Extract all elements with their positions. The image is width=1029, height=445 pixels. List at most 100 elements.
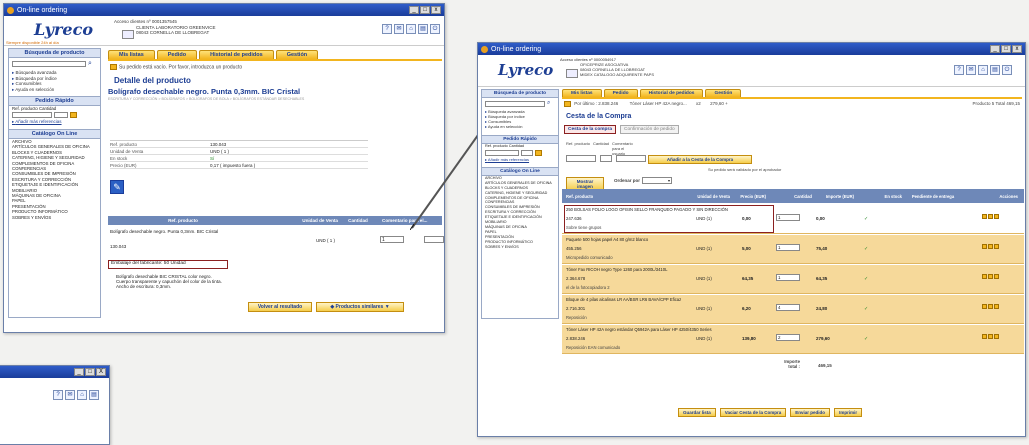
similar-products-button[interactable]: ◆ Productos similares ▼ xyxy=(316,302,404,312)
info-icon[interactable] xyxy=(982,244,987,249)
cart-icon[interactable] xyxy=(535,150,542,157)
search-icon[interactable]: ⌕ xyxy=(547,100,550,107)
logo[interactable]: Lyreco xyxy=(498,61,553,79)
back-to-results-button[interactable]: Volver al resultado xyxy=(248,302,312,312)
delete-icon[interactable] xyxy=(988,304,993,309)
add-to-cart-icon[interactable]: ✎ xyxy=(110,180,124,194)
item-qty-input[interactable]: 4 xyxy=(776,304,800,311)
empty-basket-button[interactable]: Vaciar Cesta de la Compra xyxy=(719,408,787,417)
help-icon[interactable]: ? xyxy=(954,65,964,75)
logo[interactable]: Lyreco xyxy=(34,20,93,39)
edit-icon[interactable] xyxy=(994,244,999,249)
help-icon[interactable]: ? xyxy=(382,24,392,34)
quick-ref-input[interactable] xyxy=(485,150,519,157)
step-confirm[interactable]: Confirmación de pedido xyxy=(620,125,679,134)
quick-comment-input[interactable] xyxy=(616,155,646,162)
home-icon[interactable]: ⌂ xyxy=(978,65,988,75)
stock-icon: ✓ xyxy=(864,306,869,312)
basket-row: Bloque de 4 pilas alcalinas LR AA/BSR LR… xyxy=(562,295,1024,324)
highlight-first-item xyxy=(564,205,774,233)
mail-icon[interactable]: ✉ xyxy=(394,24,404,34)
titlebar: _ □ X xyxy=(0,366,109,378)
minimize-button[interactable]: _ xyxy=(409,6,419,14)
catalog-item[interactable]: SOBRES Y ENVÍOS xyxy=(482,245,558,250)
header: Lyreco Siempre disponible 24h al día Acc… xyxy=(4,16,444,46)
search-input[interactable] xyxy=(485,100,545,107)
item-ref: 2.838.246 xyxy=(566,336,586,341)
info-icon[interactable] xyxy=(982,304,987,309)
print-button[interactable]: Imprimir xyxy=(834,408,863,417)
catalog-item[interactable]: ARTÍCULOS GENERALES DE OFICINA xyxy=(482,181,558,186)
item-qty-input[interactable]: 1 xyxy=(776,244,800,251)
quick-order-title: Pedido Rápido xyxy=(9,96,100,106)
maximize-button[interactable]: □ xyxy=(85,368,95,376)
breadcrumb[interactable]: ESCRITURA Y CORRECCIÓN > BOLÍGRAFOS > BO… xyxy=(108,97,304,101)
item-unit: UND (1) xyxy=(696,306,712,311)
last-added-bar: Por último : 2.838.246 Tóner Láser HP 42… xyxy=(564,101,1022,107)
info-icon[interactable] xyxy=(982,274,987,279)
quick-qty-input[interactable] xyxy=(600,155,612,162)
add-to-basket-button[interactable]: Añadir a la Cesta de la Compra xyxy=(648,155,752,164)
row-unit: UND ( 1 ) xyxy=(316,238,335,243)
minimize-button[interactable]: _ xyxy=(74,368,84,376)
save-list-button[interactable]: Guardar lista xyxy=(678,408,716,417)
item-qty-input[interactable]: 1 xyxy=(776,274,800,281)
info-icon[interactable] xyxy=(982,334,987,339)
print-icon[interactable]: ▤ xyxy=(990,65,1000,75)
quick-ref-input[interactable] xyxy=(566,155,596,162)
more-refs-link[interactable]: Añadir más referencias xyxy=(9,119,100,125)
last-added-item: Tóner Láser HP 42A negro... xyxy=(629,101,687,107)
delete-icon[interactable] xyxy=(988,274,993,279)
delete-icon[interactable] xyxy=(988,214,993,219)
row-comment-input[interactable] xyxy=(424,236,444,243)
edit-icon[interactable] xyxy=(994,334,999,339)
item-qty-input[interactable]: 2 xyxy=(776,334,800,341)
search-title: Búsqueda de producto xyxy=(482,90,558,98)
catalog-item[interactable]: CATERING, HIGIENE Y SEGURIDAD xyxy=(482,191,558,196)
help-icon[interactable]: ? xyxy=(53,390,63,400)
edit-icon[interactable] xyxy=(994,304,999,309)
more-refs-link[interactable]: Añadir más referencias xyxy=(482,157,558,163)
close-button[interactable]: x xyxy=(1012,45,1022,53)
quick-qty-input[interactable] xyxy=(54,112,68,119)
edit-icon[interactable] xyxy=(994,214,999,219)
exit-icon[interactable]: ⏻ xyxy=(1002,65,1012,75)
quick-qty-input[interactable] xyxy=(521,150,533,157)
print-icon[interactable]: ▤ xyxy=(89,390,99,400)
close-button[interactable]: x xyxy=(431,6,441,14)
delete-icon[interactable] xyxy=(988,244,993,249)
similar-products-label: Productos similares xyxy=(335,304,384,310)
step-basket[interactable]: Cesta de la compra xyxy=(564,125,616,134)
basket-table-header: Ref. producto Unidad de Venta Precio (EU… xyxy=(562,189,1024,203)
quick-ref-input[interactable] xyxy=(12,112,52,119)
row-qty-input[interactable]: 1 xyxy=(380,236,404,243)
bottom-buttons: Guardar lista Vaciar Cesta de la Compra … xyxy=(678,408,863,417)
home-icon[interactable]: ⌂ xyxy=(77,390,87,400)
maximize-button[interactable]: □ xyxy=(1001,45,1011,53)
home-icon[interactable]: ⌂ xyxy=(406,24,416,34)
detail-row: En stock Sí xyxy=(110,155,368,162)
delete-icon[interactable] xyxy=(988,334,993,339)
cart-icon[interactable] xyxy=(70,112,77,119)
minimize-button[interactable]: _ xyxy=(990,45,1000,53)
edit-icon[interactable] xyxy=(994,274,999,279)
catalog-item[interactable]: ARTÍCULOS GENERALES DE OFICINA xyxy=(9,144,100,149)
approver-message: Su pedido será validado por el aprobador xyxy=(708,167,782,172)
catalog-item[interactable]: SOBRES Y ENVÍOS xyxy=(9,215,100,220)
order-by-select[interactable]: ▾ xyxy=(642,177,672,184)
info-icon[interactable] xyxy=(982,214,987,219)
item-qty-input[interactable]: 1 xyxy=(776,214,800,221)
quick-order-title: Pedido Rápido xyxy=(482,135,558,144)
print-icon[interactable]: ▤ xyxy=(418,24,428,34)
search-icon[interactable]: ⌕ xyxy=(88,60,92,68)
mail-icon[interactable]: ✉ xyxy=(966,65,976,75)
sidebar-link-help[interactable]: Ayuda en selección xyxy=(482,124,558,129)
maximize-button[interactable]: □ xyxy=(420,6,430,14)
header-unit: Unidad de Venta xyxy=(697,193,730,199)
exit-icon[interactable]: ⏻ xyxy=(430,24,440,34)
send-order-button[interactable]: Enviar pedido xyxy=(790,408,831,417)
sidebar-link-help[interactable]: Ayuda en selección xyxy=(9,87,100,93)
search-input[interactable] xyxy=(12,61,86,67)
close-button[interactable]: X xyxy=(96,368,106,376)
mail-icon[interactable]: ✉ xyxy=(65,390,75,400)
